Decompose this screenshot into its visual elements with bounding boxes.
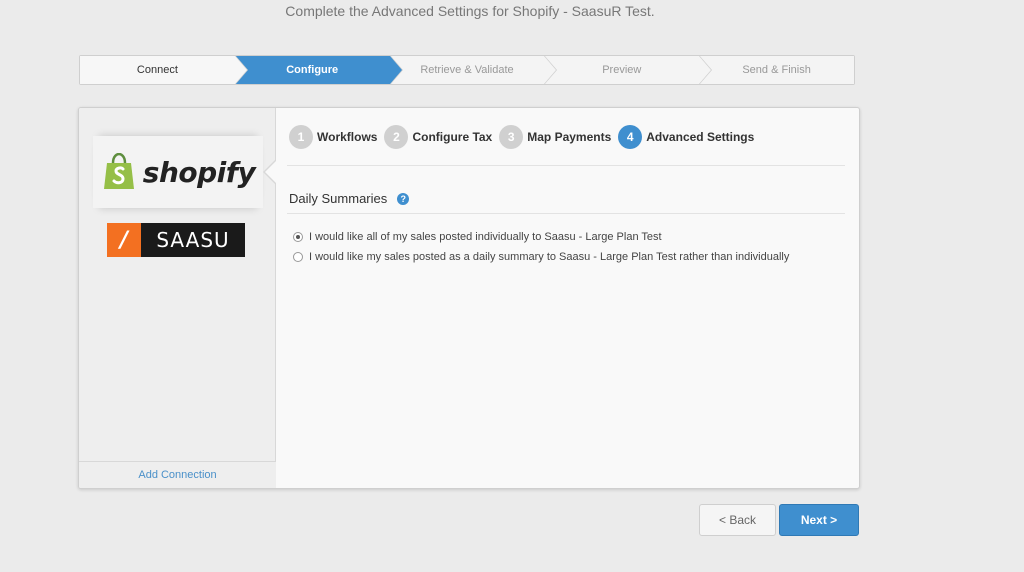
substep-workflows[interactable]: 1 Workflows [289,125,377,149]
saasu-mark-icon: / [107,223,141,257]
option-daily-summary[interactable]: I would like my sales posted as a daily … [293,247,789,267]
shopify-wordmark: shopify [142,155,256,189]
radio-daily-summary[interactable] [293,252,303,262]
wizard-step-label: Retrieve & Validate [420,64,514,76]
divider [287,165,845,166]
wizard-step-label: Configure [286,64,339,76]
saasu-wordmark: SAASU [141,223,245,257]
wizard-step-send-finish[interactable]: Send & Finish [699,56,854,84]
wizard-steps: Connect Configure Retrieve & Validate Pr… [79,55,855,85]
daily-summary-options: I would like all of my sales posted indi… [293,227,789,267]
substep-number: 4 [618,125,643,149]
substep-label: Configure Tax [412,130,493,144]
wizard-step-configure[interactable]: Configure [234,55,403,85]
section-title-text: Daily Summaries [289,191,388,206]
option-label: I would like my sales posted as a daily … [309,251,790,263]
back-button[interactable]: < Back [699,504,776,536]
settings-panel: shopify / SAASU Add Connection 1 Workflo… [78,107,860,489]
divider [287,213,845,214]
option-label: I would like all of my sales posted indi… [309,231,662,243]
help-icon[interactable]: ? [397,192,410,205]
substep-label: Workflows [317,130,378,144]
wizard-step-label: Preview [602,64,642,76]
radio-post-individually[interactable] [293,232,303,242]
wizard-step-label: Send & Finish [742,64,811,76]
connections-sidebar: shopify / SAASU Add Connection [79,108,277,488]
shopify-logo[interactable]: shopify [93,136,263,208]
shopify-bag-icon [103,153,134,189]
wizard-step-retrieve-validate[interactable]: Retrieve & Validate [389,55,558,85]
wizard-step-preview[interactable]: Preview [544,55,713,85]
wizard-step-label: Connect [136,64,178,76]
substep-label: Map Payments [527,130,612,144]
substep-number: 3 [499,125,524,149]
substep-label: Advanced Settings [646,130,755,144]
substep-configure-tax[interactable]: 2 Configure Tax [384,125,492,149]
section-title: Daily Summaries ? [289,191,410,206]
page-title: Complete the Advanced Settings for Shopi… [285,3,655,19]
substep-number: 2 [384,125,409,149]
wizard-step-connect[interactable]: Connect [80,55,248,85]
substep-advanced-settings[interactable]: 4 Advanced Settings [618,125,754,149]
add-connection-link[interactable]: Add Connection [79,461,276,488]
settings-content: 1 Workflows 2 Configure Tax 3 Map Paymen… [277,108,859,488]
saasu-logo[interactable]: / SAASU [107,223,245,257]
substep-map-payments[interactable]: 3 Map Payments [499,125,611,149]
substeps-nav: 1 Workflows 2 Configure Tax 3 Map Paymen… [289,125,761,149]
option-post-individually[interactable]: I would like all of my sales posted indi… [293,227,789,247]
substep-number: 1 [289,125,313,149]
next-button[interactable]: Next > [779,504,859,536]
